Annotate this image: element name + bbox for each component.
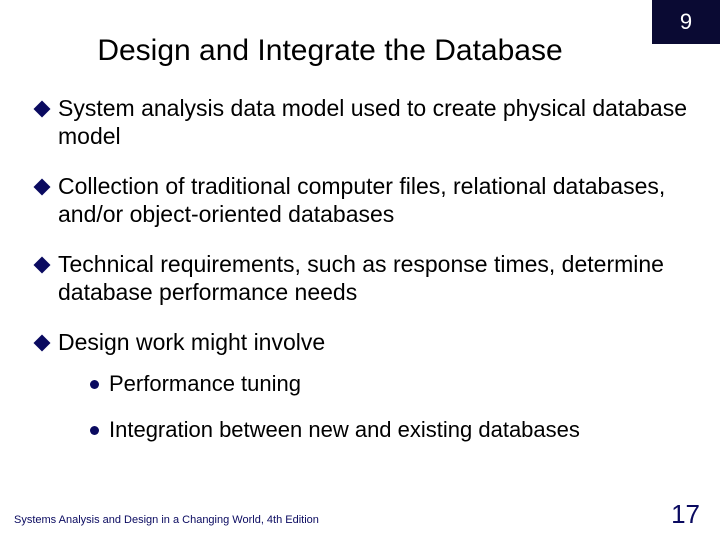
- sub-bullet-text: Integration between new and existing dat…: [109, 416, 580, 444]
- sub-bullet-item: Integration between new and existing dat…: [90, 416, 696, 444]
- chapter-number: 9: [680, 9, 692, 35]
- page-number: 17: [671, 499, 700, 530]
- bullet-item: Technical requirements, such as response…: [36, 250, 696, 306]
- bullet-item: System analysis data model used to creat…: [36, 94, 696, 150]
- footer-text: Systems Analysis and Design in a Changin…: [14, 514, 319, 526]
- disc-icon: [90, 380, 99, 389]
- sub-list: Performance tuning Integration between n…: [90, 370, 696, 443]
- bullet-item: Design work might involve: [36, 328, 696, 356]
- bullet-text: Collection of traditional computer files…: [58, 172, 696, 228]
- diamond-icon: [34, 335, 51, 352]
- bullet-text: Design work might involve: [58, 328, 696, 356]
- diamond-icon: [34, 257, 51, 274]
- bullet-text: System analysis data model used to creat…: [58, 94, 696, 150]
- disc-icon: [90, 426, 99, 435]
- diamond-icon: [34, 179, 51, 196]
- sub-bullet-text: Performance tuning: [109, 370, 301, 398]
- slide-title: Design and Integrate the Database: [0, 34, 720, 68]
- diamond-icon: [34, 101, 51, 118]
- bullet-text: Technical requirements, such as response…: [58, 250, 696, 306]
- slide-content: System analysis data model used to creat…: [36, 94, 696, 461]
- sub-bullet-item: Performance tuning: [90, 370, 696, 398]
- bullet-item: Collection of traditional computer files…: [36, 172, 696, 228]
